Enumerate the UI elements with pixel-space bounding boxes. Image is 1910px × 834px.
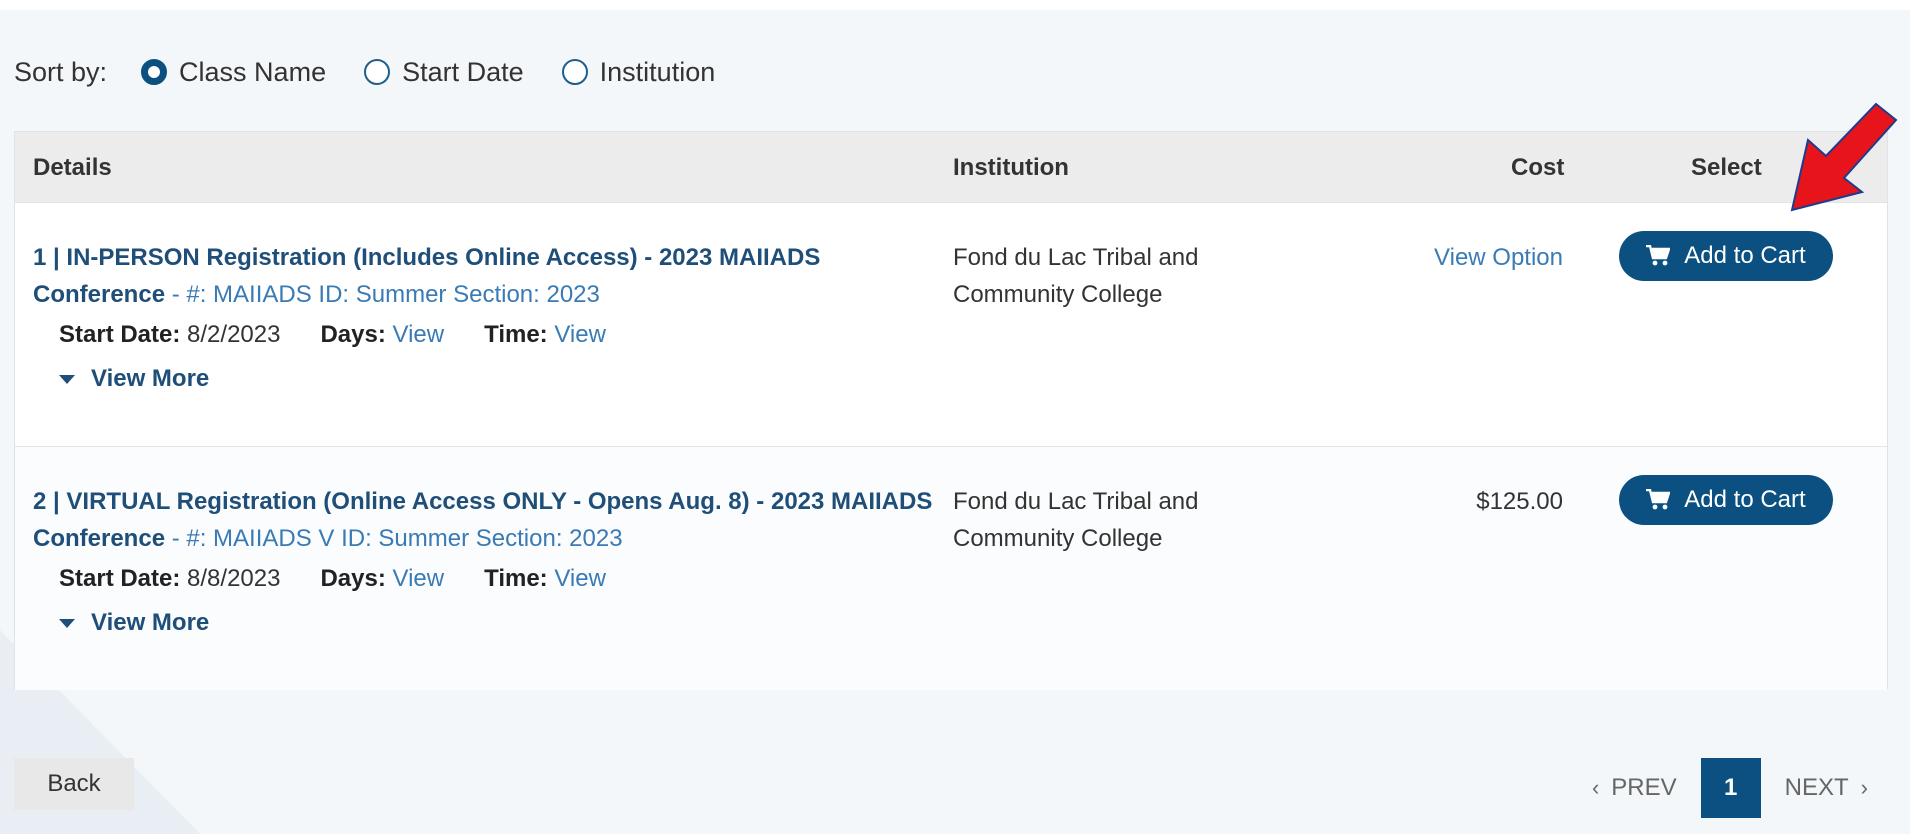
view-more-toggle[interactable]: View More — [59, 609, 209, 637]
time-label: Time: — [484, 565, 548, 592]
chevron-left-icon: ‹ — [1591, 775, 1600, 800]
start-date-value: 8/8/2023 — [187, 565, 281, 592]
cost-value: $125.00 — [1476, 488, 1563, 515]
cart-icon — [1646, 489, 1671, 510]
back-button[interactable]: Back — [14, 758, 134, 810]
view-option-link[interactable]: View Option — [1434, 239, 1563, 276]
sort-option-label: Institution — [599, 56, 716, 87]
radio-start-date[interactable] — [364, 59, 391, 85]
next-page-button[interactable]: NEXT › — [1785, 774, 1880, 802]
class-schedule: Start Date: 8/8/2023 Days: View Time: Vi… — [59, 565, 646, 593]
prev-page-button[interactable]: ‹ PREV — [1580, 774, 1677, 802]
institution-name: Fond du Lac Tribal and Community College — [953, 488, 1199, 552]
results-table: Details Institution Cost Select 1 | IN-P… — [14, 131, 1888, 690]
caret-down-icon — [59, 374, 75, 384]
page-number-current[interactable]: 1 — [1700, 758, 1761, 818]
time-label: Time: — [484, 321, 548, 348]
sort-option-label: Class Name — [179, 56, 327, 87]
sort-label: Sort by: — [14, 56, 108, 87]
caret-down-icon — [59, 618, 75, 628]
pagination: ‹ PREV 1 NEXT › — [1580, 758, 1880, 818]
header-institution: Institution — [953, 154, 1069, 181]
header-select: Select — [1691, 154, 1762, 181]
class-schedule: Start Date: 8/2/2023 Days: View Time: Vi… — [59, 321, 646, 349]
time-view-link[interactable]: View — [554, 565, 606, 592]
add-to-cart-label: Add to Cart — [1684, 242, 1806, 269]
days-view-link[interactable]: View — [393, 565, 445, 592]
class-title[interactable]: 2 | VIRTUAL Registration (Online Access … — [33, 483, 943, 557]
start-date-value: 8/2/2023 — [187, 321, 281, 348]
time-view-link[interactable]: View — [554, 321, 606, 348]
start-date-label: Start Date: — [59, 321, 181, 348]
sort-bar: Sort by: Class Name Start Date Instituti… — [14, 52, 753, 92]
header-details: Details — [33, 154, 112, 181]
class-meta: - #: MAIIADS V ID: Summer Section: 2023 — [165, 525, 623, 552]
sort-option-start-date[interactable]: Start Date — [364, 57, 524, 88]
days-label: Days: — [320, 321, 386, 348]
table-row: 2 | VIRTUAL Registration (Online Access … — [15, 446, 1887, 690]
table-row: 1 | IN-PERSON Registration (Includes Onl… — [15, 202, 1887, 446]
view-more-label: View More — [91, 365, 210, 392]
add-to-cart-button[interactable]: Add to Cart — [1619, 475, 1833, 525]
sort-option-institution[interactable]: Institution — [561, 56, 716, 88]
header-cost: Cost — [1511, 154, 1565, 181]
add-to-cart-button[interactable]: Add to Cart — [1619, 231, 1833, 281]
radio-class-name[interactable] — [141, 59, 168, 85]
class-meta: - #: MAIIADS ID: Summer Section: 2023 — [165, 281, 600, 308]
table-header: Details Institution Cost Select — [15, 132, 1887, 202]
annotation-arrow-icon — [1790, 102, 1898, 212]
class-title[interactable]: 1 | IN-PERSON Registration (Includes Onl… — [33, 239, 943, 313]
start-date-label: Start Date: — [59, 565, 181, 592]
view-more-label: View More — [91, 609, 210, 636]
add-to-cart-label: Add to Cart — [1684, 486, 1806, 513]
next-label: NEXT — [1784, 774, 1849, 801]
days-label: Days: — [320, 565, 386, 592]
prev-label: PREV — [1611, 774, 1677, 801]
view-more-toggle[interactable]: View More — [59, 365, 209, 393]
radio-institution[interactable] — [561, 59, 588, 85]
institution-name: Fond du Lac Tribal and Community College — [953, 244, 1199, 308]
cart-icon — [1646, 245, 1671, 266]
days-view-link[interactable]: View — [393, 321, 445, 348]
chevron-right-icon: › — [1860, 775, 1868, 800]
sort-option-label: Start Date — [402, 56, 524, 87]
sort-option-class-name[interactable]: Class Name — [141, 57, 326, 88]
